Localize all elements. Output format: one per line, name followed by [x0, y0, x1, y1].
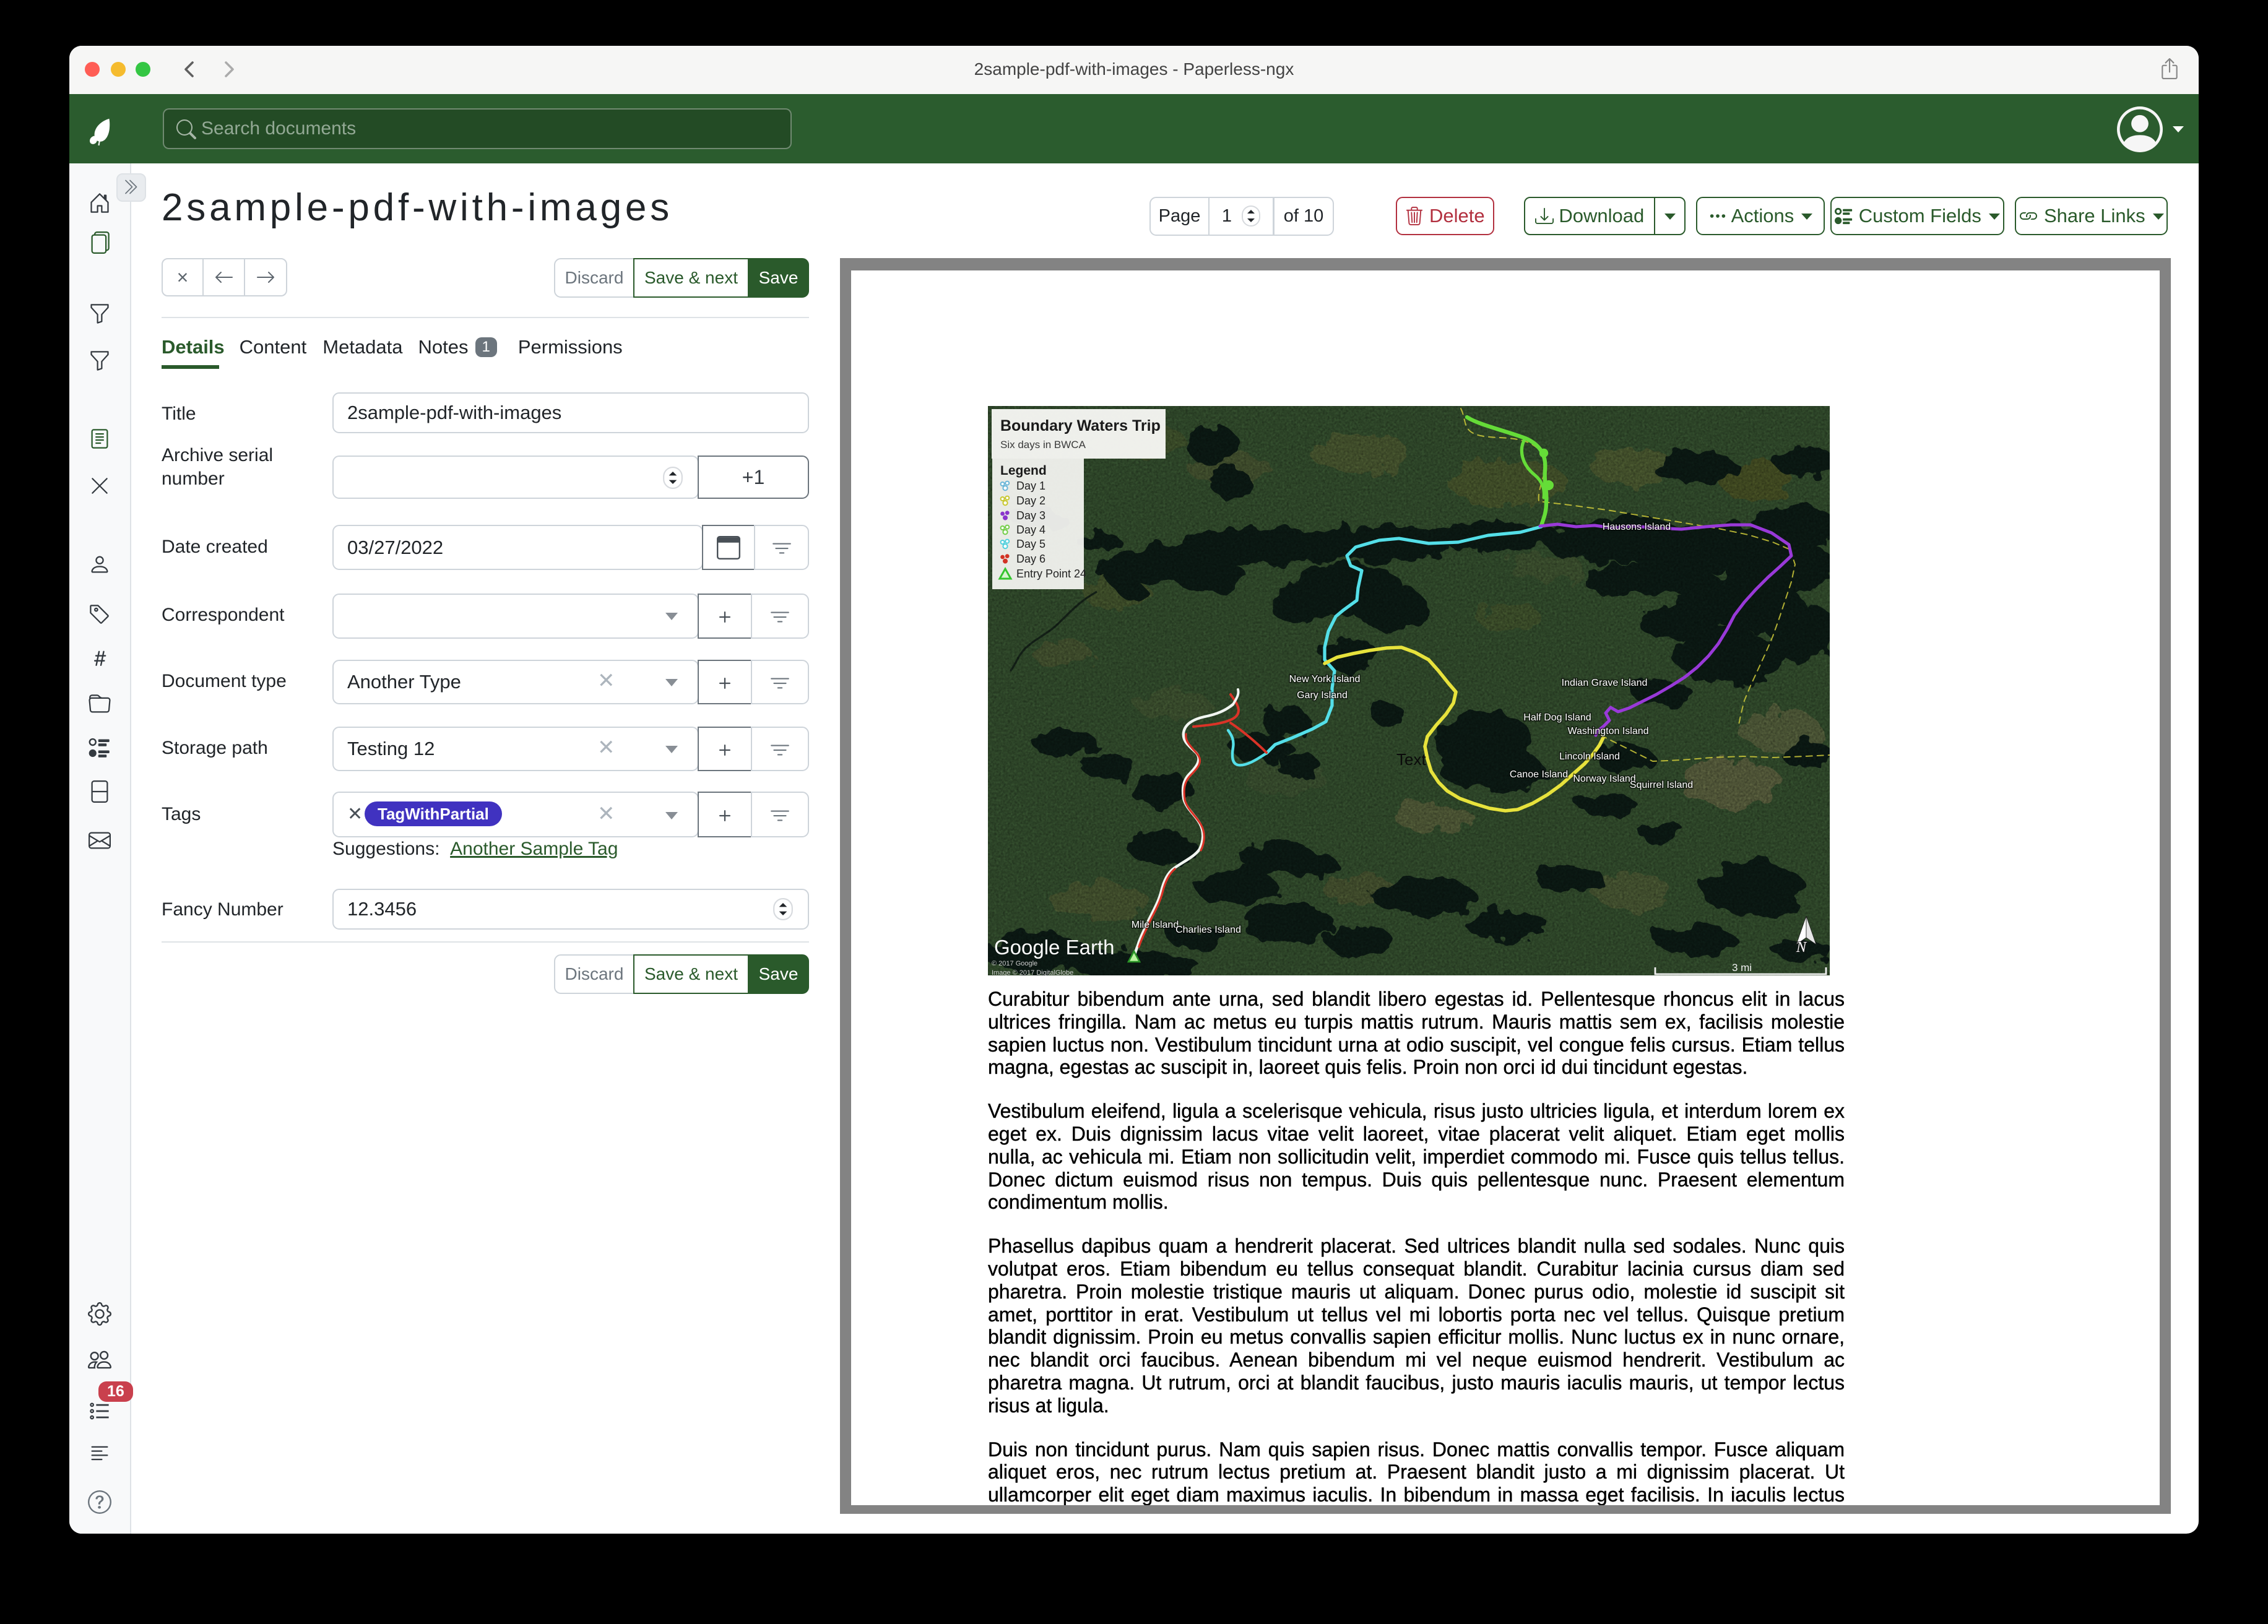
- svg-text:Lincoln Island: Lincoln Island: [1559, 751, 1620, 762]
- svg-text:Legend: Legend: [1000, 464, 1047, 478]
- svg-text:Gary Island: Gary Island: [1297, 690, 1348, 701]
- svg-text:Boundary Waters Trip: Boundary Waters Trip: [1000, 417, 1161, 434]
- svg-text:New York Island: New York Island: [1289, 674, 1361, 685]
- svg-text:Norway Island: Norway Island: [1573, 774, 1635, 784]
- svg-text:Google Earth: Google Earth: [994, 936, 1114, 959]
- svg-text:Mile Island: Mile Island: [1132, 920, 1179, 930]
- svg-text:Day 2: Day 2: [1016, 495, 1045, 507]
- svg-text:Day 1: Day 1: [1016, 480, 1045, 492]
- svg-text:Image © 2017 DigitalGlobe: Image © 2017 DigitalGlobe: [992, 969, 1073, 975]
- svg-text:3 mi: 3 mi: [1732, 962, 1752, 974]
- svg-text:Indian Grave Island: Indian Grave Island: [1562, 678, 1648, 688]
- svg-text:Hausons Island: Hausons Island: [1603, 522, 1671, 532]
- svg-text:Charlies Island: Charlies Island: [1175, 925, 1241, 935]
- svg-text:N: N: [1796, 939, 1807, 956]
- svg-text:Canoe Island: Canoe Island: [1510, 769, 1568, 780]
- svg-text:Day 3: Day 3: [1016, 509, 1045, 522]
- svg-text:Text: Text: [1396, 750, 1426, 769]
- svg-text:Day 4: Day 4: [1016, 524, 1045, 536]
- svg-text:Day 6: Day 6: [1016, 553, 1045, 565]
- svg-text:Half Dog Island: Half Dog Island: [1523, 712, 1591, 723]
- svg-text:Squirrel Island: Squirrel Island: [1630, 780, 1693, 790]
- svg-text:Six days in BWCA: Six days in BWCA: [1000, 439, 1086, 451]
- svg-text:© 2017 Google: © 2017 Google: [992, 960, 1037, 967]
- svg-text:Day 5: Day 5: [1016, 538, 1045, 550]
- svg-text:Entry Point 24: Entry Point 24: [1016, 568, 1086, 580]
- svg-text:Washington Island: Washington Island: [1567, 726, 1648, 736]
